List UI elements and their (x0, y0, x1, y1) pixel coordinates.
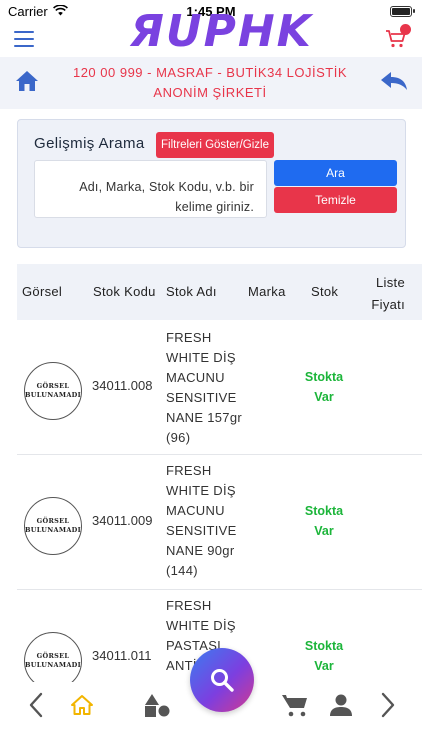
stock-name: FRESH WHITE DİŞ MACUNU SENSITIVE NANE 90… (166, 463, 237, 578)
nav-categories-button[interactable] (143, 691, 171, 719)
app-screen: Carrier 1:45 PM ЯUPHK 120 00 999 - MASRA… (0, 0, 422, 750)
clear-button[interactable]: Temizle (274, 187, 397, 213)
table-row[interactable]: GÖRSEL BULUNAMADI 34011.008 FRESH WHITE … (17, 320, 422, 455)
home-indicator-area (0, 728, 422, 750)
image-placeholder: GÖRSEL BULUNAMADI (24, 497, 82, 555)
nav-back-button[interactable] (22, 691, 50, 719)
categories-icon (145, 694, 170, 717)
brand-logo: ЯUPHK (130, 6, 313, 57)
stock-code: 34011.009 (92, 513, 153, 528)
stock-code: 34011.008 (92, 378, 153, 393)
image-placeholder: GÖRSEL BULUNAMADI (24, 362, 82, 420)
search-icon (211, 669, 234, 692)
battery-icon (390, 5, 415, 17)
stock-name: FRESH WHITE DİŞ MACUNU SENSITIVE NANE 15… (166, 330, 242, 445)
column-header-list-price: Liste Fiyatı (371, 275, 405, 312)
stock-code: 34011.011 (92, 648, 152, 663)
cart-badge (400, 24, 411, 35)
stock-status: Stokta Var (304, 639, 344, 673)
search-button[interactable]: Ara (274, 160, 397, 186)
toggle-filters-button[interactable]: Filtreleri Göster/Gizle (156, 132, 274, 158)
nav-home-button[interactable] (68, 691, 96, 719)
stock-status: Stokta Var (304, 370, 344, 404)
nav-forward-button[interactable] (374, 691, 402, 719)
floating-search-button[interactable] (190, 648, 254, 712)
column-header-brand: Marka (248, 284, 286, 299)
stock-status: Stokta Var (304, 504, 344, 538)
back-icon (29, 692, 43, 718)
column-header-image: Görsel (22, 284, 63, 299)
column-header-stock: Stok (311, 284, 339, 299)
header-cart-button[interactable] (384, 24, 411, 51)
search-input[interactable]: Adı, Marka, Stok Kodu, v.b. bir kelime g… (34, 160, 267, 218)
nav-cart-button[interactable] (281, 691, 309, 719)
back-arrow-icon[interactable] (380, 70, 408, 97)
table-row[interactable]: GÖRSEL BULUNAMADI 34011.009 FRESH WHITE … (17, 455, 422, 590)
column-header-stock-code: Stok Kodu (93, 284, 156, 299)
menu-icon[interactable] (14, 31, 34, 47)
table-header: Görsel Stok Kodu Stok Adı Marka Stok Lis… (17, 264, 422, 320)
cart-icon (282, 695, 307, 717)
home-icon (71, 695, 93, 715)
company-bar: 120 00 999 - MASRAF - BUTİK34 LOJİSTİK A… (0, 57, 422, 109)
home-icon[interactable] (14, 69, 40, 98)
company-title: 120 00 999 - MASRAF - BUTİK34 LOJİSTİK A… (72, 65, 348, 100)
nav-user-button[interactable] (327, 691, 355, 719)
search-heading: Gelişmiş Arama (34, 135, 145, 152)
column-header-stock-name: Stok Adı (166, 284, 217, 299)
forward-icon (381, 692, 395, 718)
advanced-search-panel: Gelişmiş Arama Filtreleri Göster/Gizle A… (17, 119, 406, 248)
user-icon (330, 694, 352, 716)
app-header: ЯUPHK (0, 8, 422, 56)
